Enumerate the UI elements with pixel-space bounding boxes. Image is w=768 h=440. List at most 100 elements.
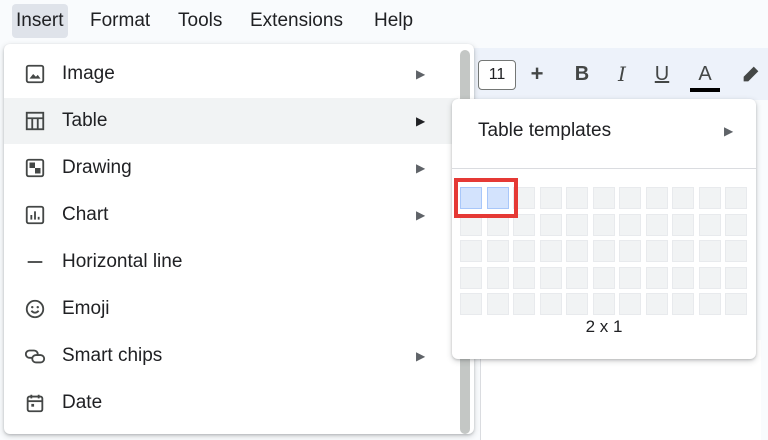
table-grid-cell[interactable] [460,293,482,315]
submenu-arrow-icon: ▶ [416,67,426,81]
table-grid-cell[interactable] [566,293,588,315]
menu-item-smart-chips[interactable]: Smart chips ▶ [4,333,458,379]
table-grid-cell[interactable] [699,214,721,236]
submenu-arrow-icon: ▶ [724,124,734,138]
menu-item-chart[interactable]: Chart ▶ [4,192,458,238]
menu-item-label: Chart [62,204,109,225]
table-grid-cell[interactable] [593,214,615,236]
table-grid-cell[interactable] [646,214,668,236]
menu-bar: Insert Format Tools Extensions Help [0,0,768,42]
text-color-bar [690,88,720,92]
table-grid-cell[interactable] [593,267,615,289]
table-icon [24,110,46,132]
menu-item-label: Horizontal line [62,251,183,272]
emoji-icon [24,298,46,320]
menu-item-date[interactable]: Date [4,380,458,426]
table-grid-cell[interactable] [566,240,588,262]
table-grid-cell[interactable] [460,267,482,289]
table-templates-label: Table templates [478,120,612,141]
submenu-arrow-icon: ▶ [416,161,426,175]
table-grid-cell[interactable] [593,187,615,209]
table-grid-cell[interactable] [566,267,588,289]
table-grid-cell[interactable] [699,240,721,262]
table-grid-cell[interactable] [699,187,721,209]
underline-button[interactable]: U [650,48,674,100]
table-grid-cell[interactable] [672,214,694,236]
menu-item-label: Date [62,392,103,413]
table-grid-cell[interactable] [619,187,641,209]
menu-insert[interactable]: Insert [12,4,68,38]
menu-extensions[interactable]: Extensions [246,4,347,38]
table-grid-cell[interactable] [540,187,562,209]
text-color-button[interactable]: A [690,48,720,100]
menu-item-drawing[interactable]: Drawing ▶ [4,145,458,191]
menu-item-horizontal-line[interactable]: Horizontal line [4,239,458,285]
table-grid-cell[interactable] [513,240,535,262]
table-grid-cell[interactable] [513,293,535,315]
menu-format[interactable]: Format [86,4,154,38]
table-size-label: 2 x 1 [585,317,623,336]
menu-item-table[interactable]: Table ▶ [4,98,458,144]
increase-font-size-button[interactable]: + [520,48,554,100]
bold-button[interactable]: B [570,48,594,100]
submenu-arrow-icon: ▶ [416,208,426,222]
table-grid-cell[interactable] [566,187,588,209]
smart-chips-icon [24,345,46,367]
font-size-input[interactable]: 11 [478,60,516,90]
submenu-arrow-icon: ▶ [416,349,426,363]
table-grid-cell[interactable] [540,214,562,236]
table-grid-cell[interactable] [513,267,535,289]
table-grid-cell[interactable] [460,240,482,262]
table-grid-cell[interactable] [540,293,562,315]
menu-item-label: Smart chips [62,345,163,366]
table-grid-cell[interactable] [487,240,509,262]
table-grid-cell[interactable] [566,214,588,236]
chart-icon [24,204,46,226]
menu-tools[interactable]: Tools [174,4,226,38]
menu-item-label: Drawing [62,157,132,178]
table-submenu: Table templates ▶ 2 x 1 [452,99,756,359]
table-grid-cell[interactable] [619,214,641,236]
table-grid-cell[interactable] [540,267,562,289]
table-grid-cell[interactable] [540,240,562,262]
submenu-arrow-icon: ▶ [416,114,426,128]
menu-item-emoji[interactable]: Emoji [4,286,458,332]
horizontal-line-icon [24,251,46,273]
table-grid-cell[interactable] [487,267,509,289]
selection-highlight-box [454,178,518,218]
table-grid-cell[interactable] [672,187,694,209]
table-grid-cell[interactable] [593,293,615,315]
table-grid-cell[interactable] [725,187,747,209]
table-grid-cell[interactable] [646,293,668,315]
table-grid-cell[interactable] [725,267,747,289]
text-color-label: A [698,63,712,85]
highlighter-icon[interactable] [738,48,764,100]
table-grid-cell[interactable] [672,293,694,315]
table-grid-cell[interactable] [619,293,641,315]
submenu-divider [452,168,756,169]
table-grid-cell[interactable] [725,293,747,315]
table-grid-cell[interactable] [672,267,694,289]
menu-help[interactable]: Help [370,4,417,38]
table-grid-cell[interactable] [699,267,721,289]
image-icon [24,63,46,85]
toolbar: 11 + B I U A [460,48,768,100]
table-templates-item[interactable]: Table templates ▶ [452,107,756,155]
table-grid-cell[interactable] [699,293,721,315]
table-grid-cell[interactable] [619,267,641,289]
menu-item-label: Emoji [62,298,110,319]
menu-item-image[interactable]: Image ▶ [4,51,458,97]
date-icon [24,392,46,414]
drawing-icon [24,157,46,179]
table-grid-cell[interactable] [646,240,668,262]
table-grid-cell[interactable] [725,214,747,236]
menu-item-label: Image [62,63,115,84]
table-grid-cell[interactable] [672,240,694,262]
italic-button[interactable]: I [610,48,634,100]
table-grid-cell[interactable] [646,267,668,289]
table-grid-cell[interactable] [619,240,641,262]
table-grid-cell[interactable] [593,240,615,262]
table-grid-cell[interactable] [646,187,668,209]
table-grid-cell[interactable] [725,240,747,262]
table-grid-cell[interactable] [487,293,509,315]
